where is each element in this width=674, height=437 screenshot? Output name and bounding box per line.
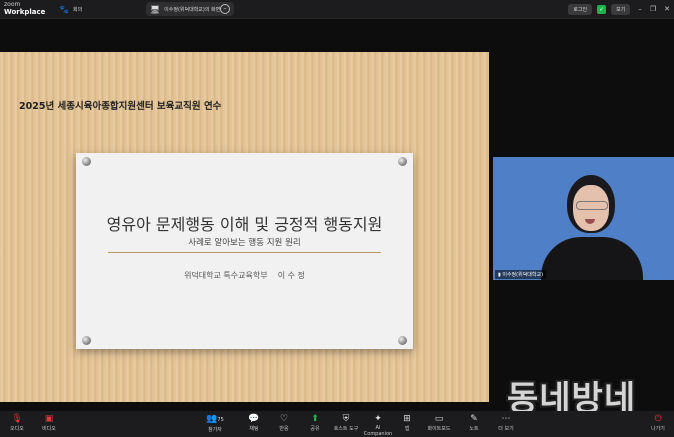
shield-icon: ⛨ — [342, 414, 350, 424]
notes-button[interactable]: ✎ 노트 — [459, 413, 489, 432]
chat-icon: 💬 — [248, 414, 260, 424]
ai-companion-label: AI Companion — [363, 425, 393, 437]
apps-label: 앱 — [404, 426, 410, 432]
pin-icon — [82, 336, 91, 345]
share-button[interactable]: ⬆ 공유 — [300, 413, 330, 432]
whiteboard-label: 화이트보드 — [427, 426, 451, 432]
participants-button[interactable]: 👥75 참가자 — [200, 413, 230, 433]
meeting-stage: 2025년 세종시육아종합지원센터 보육교직원 연수 영유아 문제행동 이해 및… — [0, 19, 674, 411]
pin-icon — [398, 157, 407, 166]
meeting-toolbar: 🎙 오디오 ▣ 비디오 👥75 참가자 💬 채팅 ♡ 반응 ⬆ 공유 ⛨ 호스트… — [0, 411, 674, 437]
tab-screen-share-label: 이수정(위덕대학교)의 화면 — [164, 6, 221, 13]
close-tab-icon[interactable]: – — [220, 4, 230, 14]
host-tools-button[interactable]: ⛨ 호스트 도구 — [331, 413, 361, 432]
tab-meeting[interactable]: 🐾 회의 — [55, 2, 135, 16]
participants-label: 참가자 — [208, 427, 222, 433]
share-label: 공유 — [310, 426, 320, 432]
maximize-icon[interactable]: ❐ — [650, 5, 656, 13]
leave-label: 나가기 — [651, 426, 665, 432]
sparkle-icon: ✦ — [374, 414, 382, 424]
more-label: 더 보기 — [498, 426, 514, 432]
zoom-brand: zoom Workplace — [4, 1, 45, 16]
close-window-icon[interactable]: ✕ — [664, 5, 670, 13]
participant-name: 이수정(위덕대학교) — [502, 272, 544, 278]
video-label: 비디오 — [42, 426, 56, 432]
react-button[interactable]: ♡ 반응 — [269, 413, 299, 432]
whiteboard-icon: ▭ — [434, 414, 444, 424]
paw-icon: 🐾 — [59, 4, 69, 14]
shield-icon[interactable]: ✓ — [597, 4, 607, 14]
whiteboard-button[interactable]: ▭ 화이트보드 — [424, 413, 454, 432]
ai-companion-button[interactable]: ✦ AI Companion — [362, 413, 394, 437]
slide-header: 2025년 세종시육아종합지원센터 보육교직원 연수 — [19, 101, 222, 112]
brand-zoom-text: zoom — [4, 1, 21, 8]
shared-screen-slide: 2025년 세종시육아종합지원센터 보육교직원 연수 영유아 문제행동 이해 및… — [0, 52, 489, 402]
participant-name-label: ▮ 이수정(위덕대학교) — [495, 270, 547, 279]
participant-body — [541, 237, 643, 280]
window-title-bar: zoom Workplace 🐾 회의 🖥 이수정(위덕대학교)의 화면 – 로… — [0, 0, 674, 19]
audio-label: 오디오 — [10, 426, 24, 432]
chat-button[interactable]: 💬 채팅 — [239, 413, 269, 432]
chat-label: 채팅 — [249, 426, 259, 432]
minimize-icon[interactable]: – — [638, 5, 642, 13]
audio-button[interactable]: 🎙 오디오 — [2, 413, 32, 432]
notes-icon: ✎ — [470, 414, 478, 424]
pin-icon — [398, 336, 407, 345]
leave-button[interactable]: ⏻ 나가기 — [643, 413, 673, 432]
login-button[interactable]: 로그인 — [568, 3, 593, 15]
more-icon: ⋯ — [501, 414, 511, 424]
apps-icon: ⊞ — [403, 414, 411, 424]
slide-title-card: 영유아 문제행동 이해 및 긍정적 행동지원 사례로 알아보는 행동 지원 원리… — [76, 153, 413, 349]
titlebar-right: 로그인 ✓ 보기 – ❐ ✕ — [563, 2, 670, 16]
share-icon: ⬆ — [311, 414, 319, 424]
participant-glasses — [576, 201, 608, 210]
slide-subtitle: 사례로 알아보는 행동 지원 원리 — [188, 238, 301, 248]
participants-icon: 👥75 — [206, 414, 224, 424]
brand-workplace-text: Workplace — [4, 8, 46, 16]
host-tools-label: 호스트 도구 — [333, 426, 359, 432]
apps-button[interactable]: ⊞ 앱 — [392, 413, 422, 432]
participants-count: 75 — [217, 417, 224, 423]
leave-icon: ⏻ — [654, 414, 662, 424]
heart-icon: ♡ — [279, 414, 289, 424]
screen-icon: 🖥 — [150, 4, 161, 14]
signal-icon: ▮ — [498, 272, 501, 278]
participant-video-tile[interactable]: ▮ 이수정(위덕대학교) — [493, 157, 674, 280]
slide-title: 영유아 문제행동 이해 및 긍정적 행동지원 — [106, 215, 383, 234]
pin-icon — [82, 157, 91, 166]
tab-screen-share[interactable]: 🖥 이수정(위덕대학교)의 화면 – — [146, 2, 234, 16]
more-button[interactable]: ⋯ 더 보기 — [491, 413, 521, 432]
slide-divider — [108, 252, 381, 253]
slide-author: 위덕대학교 특수교육학부 이 수 정 — [184, 271, 305, 280]
react-label: 반응 — [279, 426, 289, 432]
video-off-icon: ▣ — [44, 414, 54, 424]
view-button[interactable]: 보기 — [611, 3, 631, 15]
muted-mic-icon: 🎙 — [11, 414, 23, 424]
video-button[interactable]: ▣ 비디오 — [34, 413, 64, 432]
notes-label: 노트 — [469, 426, 479, 432]
tab-meeting-label: 회의 — [72, 6, 83, 13]
